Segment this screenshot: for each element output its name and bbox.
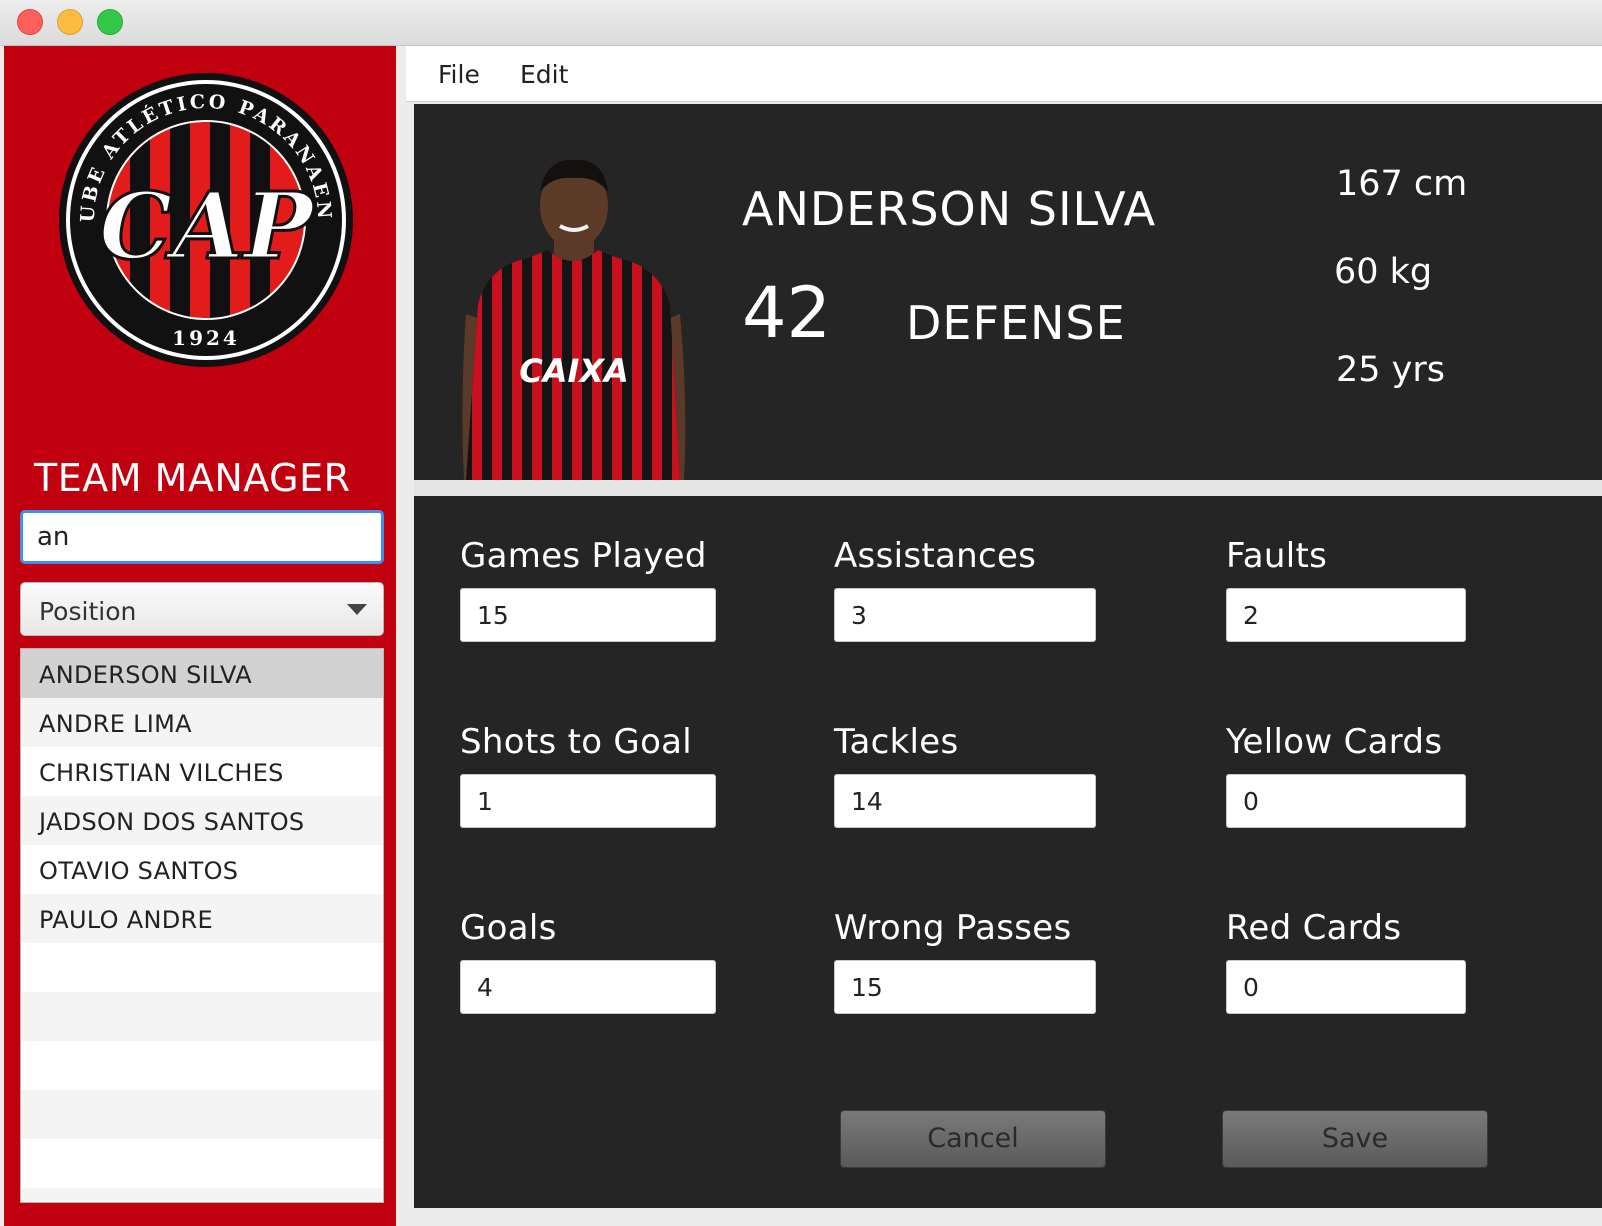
svg-text:1924: 1924: [172, 326, 240, 350]
position-select[interactable]: Position: [20, 582, 384, 636]
empty-list-row: [21, 1041, 383, 1090]
red-cards-input[interactable]: [1226, 960, 1466, 1014]
empty-list-row: [21, 992, 383, 1041]
player-number: 42: [742, 272, 832, 354]
shots-to-goal-label: Shots to Goal: [460, 722, 693, 762]
position-select-value: Position: [39, 597, 137, 626]
title-bar: [0, 0, 1602, 46]
player-header: CAIXA ANDERSON SILVA 42 DEFENSE 167 cm 6…: [414, 104, 1602, 480]
stats-form: Games Played Assistances Faults Shots to…: [414, 496, 1602, 1208]
sidebar: CLUBE ATLÉTICO PARANAENSE 1924 CAP TEAM …: [4, 46, 396, 1226]
empty-list-row: [21, 1139, 383, 1188]
split-divider[interactable]: [396, 46, 406, 1226]
games-played-label: Games Played: [460, 536, 707, 576]
empty-list-row: [21, 943, 383, 992]
goals-label: Goals: [460, 908, 557, 948]
red-cards-label: Red Cards: [1226, 908, 1402, 948]
list-item[interactable]: ANDRE LIMA: [21, 698, 383, 747]
maximize-window-button[interactable]: [97, 9, 123, 35]
faults-label: Faults: [1226, 536, 1328, 576]
player-weight: 60 kg: [1334, 252, 1433, 292]
close-window-button[interactable]: [17, 9, 43, 35]
empty-list-row: [21, 1188, 383, 1202]
app-window: CLUBE ATLÉTICO PARANAENSE 1924 CAP TEAM …: [0, 0, 1602, 1226]
list-item[interactable]: PAULO ANDRE: [21, 894, 383, 943]
assistances-input[interactable]: [834, 588, 1096, 642]
svg-text:CAP: CAP: [99, 172, 316, 280]
yellow-cards-input[interactable]: [1226, 774, 1466, 828]
player-height: 167 cm: [1336, 164, 1468, 204]
menu-bar: File Edit: [406, 46, 1602, 102]
player-position: DEFENSE: [906, 296, 1126, 350]
tackles-label: Tackles: [834, 722, 959, 762]
search-input[interactable]: [20, 510, 384, 564]
player-list[interactable]: ANDERSON SILVA ANDRE LIMA CHRISTIAN VILC…: [20, 648, 384, 1203]
list-item[interactable]: JADSON DOS SANTOS: [21, 796, 383, 845]
chevron-down-icon: [347, 604, 367, 615]
games-played-input[interactable]: [460, 588, 716, 642]
save-button[interactable]: Save: [1222, 1110, 1488, 1168]
player-photo: CAIXA: [462, 159, 686, 480]
wrong-passes-input[interactable]: [834, 960, 1096, 1014]
empty-list-row: [21, 1090, 383, 1139]
yellow-cards-label: Yellow Cards: [1226, 722, 1443, 762]
shots-to-goal-input[interactable]: [460, 774, 716, 828]
club-logo: CLUBE ATLÉTICO PARANAENSE 1924 CAP: [56, 70, 353, 367]
menu-file[interactable]: File: [438, 60, 480, 89]
list-item[interactable]: OTAVIO SANTOS: [21, 845, 383, 894]
list-item[interactable]: ANDERSON SILVA: [21, 649, 383, 698]
assistances-label: Assistances: [834, 536, 1037, 576]
minimize-window-button[interactable]: [57, 9, 83, 35]
svg-text:CAIXA: CAIXA: [519, 352, 629, 390]
cancel-button[interactable]: Cancel: [840, 1110, 1106, 1168]
player-age: 25 yrs: [1336, 350, 1445, 390]
player-name: ANDERSON SILVA: [742, 182, 1157, 236]
list-item[interactable]: CHRISTIAN VILCHES: [21, 747, 383, 796]
app-title: TEAM MANAGER: [34, 456, 351, 500]
panel-separator: [414, 480, 1602, 496]
bottom-strip: [414, 1208, 1602, 1226]
faults-input[interactable]: [1226, 588, 1466, 642]
menu-edit[interactable]: Edit: [520, 60, 568, 89]
wrong-passes-label: Wrong Passes: [834, 908, 1072, 948]
goals-input[interactable]: [460, 960, 716, 1014]
tackles-input[interactable]: [834, 774, 1096, 828]
